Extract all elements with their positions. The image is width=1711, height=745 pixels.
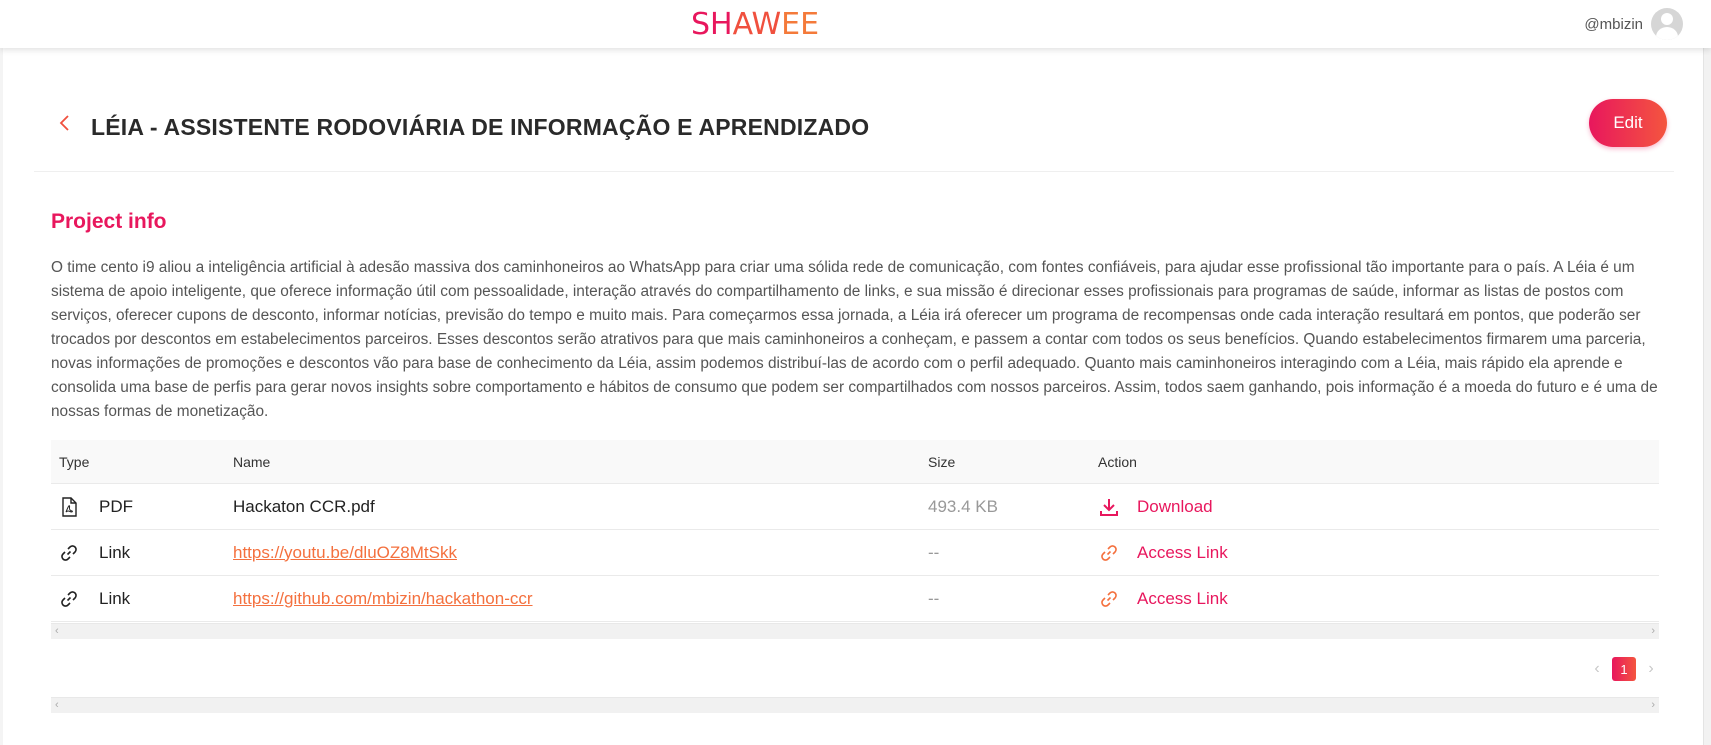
column-header-name: Name <box>233 453 271 470</box>
download-label: Download <box>1137 496 1213 516</box>
file-size: -- <box>928 588 940 608</box>
previous-page-icon[interactable]: ‹ <box>1590 660 1604 678</box>
type-cell: PDF <box>59 484 133 529</box>
table-row: PDF Hackaton CCR.pdf 493.4 KB Download <box>51 484 1659 530</box>
action-cell: Access Link <box>1098 530 1228 575</box>
top-navbar: SH AW EE @mbizin <box>0 0 1711 48</box>
column-header-type: Type <box>59 453 90 470</box>
project-description: O time cento i9 aliou a inteligência art… <box>51 259 1658 420</box>
section-title-project-info: Project info <box>51 210 167 233</box>
name-cell: https://github.com/mbizin/hackathon-ccr <box>233 576 533 621</box>
scroll-right-icon[interactable]: › <box>1651 699 1655 711</box>
logo-text-part-1: SH <box>690 6 733 42</box>
type-cell: Link <box>59 576 130 621</box>
page-number-button[interactable]: 1 <box>1612 657 1636 681</box>
scroll-right-icon[interactable]: › <box>1651 625 1655 637</box>
youtube-link[interactable]: https://youtu.be/dluOZ8MtSkk <box>233 543 457 563</box>
access-link-button[interactable]: Access Link <box>1098 588 1228 610</box>
page-title: LÉIA - ASSISTENTE RODOVIÁRIA DE INFORMAÇ… <box>91 114 870 140</box>
download-button[interactable]: Download <box>1098 496 1213 518</box>
type-cell: Link <box>59 530 130 575</box>
logo-text-part-3: EE <box>781 6 820 42</box>
access-link-label: Access Link <box>1137 588 1228 608</box>
link-icon <box>1098 588 1120 610</box>
link-icon <box>1098 542 1120 564</box>
vertical-scrollbar[interactable] <box>1703 0 1711 745</box>
page-horizontal-scrollbar[interactable]: ‹ › <box>51 697 1659 713</box>
next-page-icon[interactable]: › <box>1644 660 1658 678</box>
action-cell: Download <box>1098 484 1213 529</box>
table-horizontal-scrollbar[interactable]: ‹ › <box>51 623 1659 639</box>
access-link-button[interactable]: Access Link <box>1098 542 1228 564</box>
name-cell: https://youtu.be/dluOZ8MtSkk <box>233 530 457 575</box>
file-size: 493.4 KB <box>928 496 998 516</box>
download-icon <box>1098 496 1120 518</box>
shawee-logo[interactable]: SH AW EE <box>680 4 830 44</box>
table-row: Link https://github.com/mbizin/hackathon… <box>51 576 1659 622</box>
username: @mbizin <box>1584 15 1643 33</box>
type-label: Link <box>99 588 131 608</box>
pdf-file-icon <box>59 496 79 517</box>
logo-text-part-2: AW <box>732 6 782 42</box>
back-arrow-icon[interactable] <box>58 113 78 137</box>
project-header: LÉIA - ASSISTENTE RODOVIÁRIA DE INFORMAÇ… <box>34 96 1674 172</box>
scroll-left-icon[interactable]: ‹ <box>55 625 59 637</box>
scroll-left-icon[interactable]: ‹ <box>55 699 59 711</box>
access-link-label: Access Link <box>1137 542 1228 562</box>
type-label: PDF <box>99 496 133 516</box>
file-size: -- <box>928 542 940 562</box>
column-header-action: Action <box>1098 453 1137 470</box>
table-row: Link https://youtu.be/dluOZ8MtSkk -- Acc… <box>51 530 1659 576</box>
left-border <box>0 48 3 745</box>
table-header: Type Name Size Action <box>51 440 1659 484</box>
link-icon <box>59 589 79 609</box>
github-link[interactable]: https://github.com/mbizin/hackathon-ccr <box>233 589 533 609</box>
file-name: Hackaton CCR.pdf <box>233 496 375 516</box>
link-icon <box>59 543 79 563</box>
type-label: Link <box>99 542 131 562</box>
action-cell: Access Link <box>1098 576 1228 621</box>
pagination: ‹ 1 › <box>1590 657 1658 681</box>
user-menu[interactable]: @mbizin <box>1584 4 1683 44</box>
files-table: Type Name Size Action PDF Hackaton CCR.p… <box>51 440 1659 622</box>
column-header-size: Size <box>928 453 956 470</box>
avatar[interactable] <box>1651 8 1683 40</box>
edit-button[interactable]: Edit <box>1589 99 1667 147</box>
